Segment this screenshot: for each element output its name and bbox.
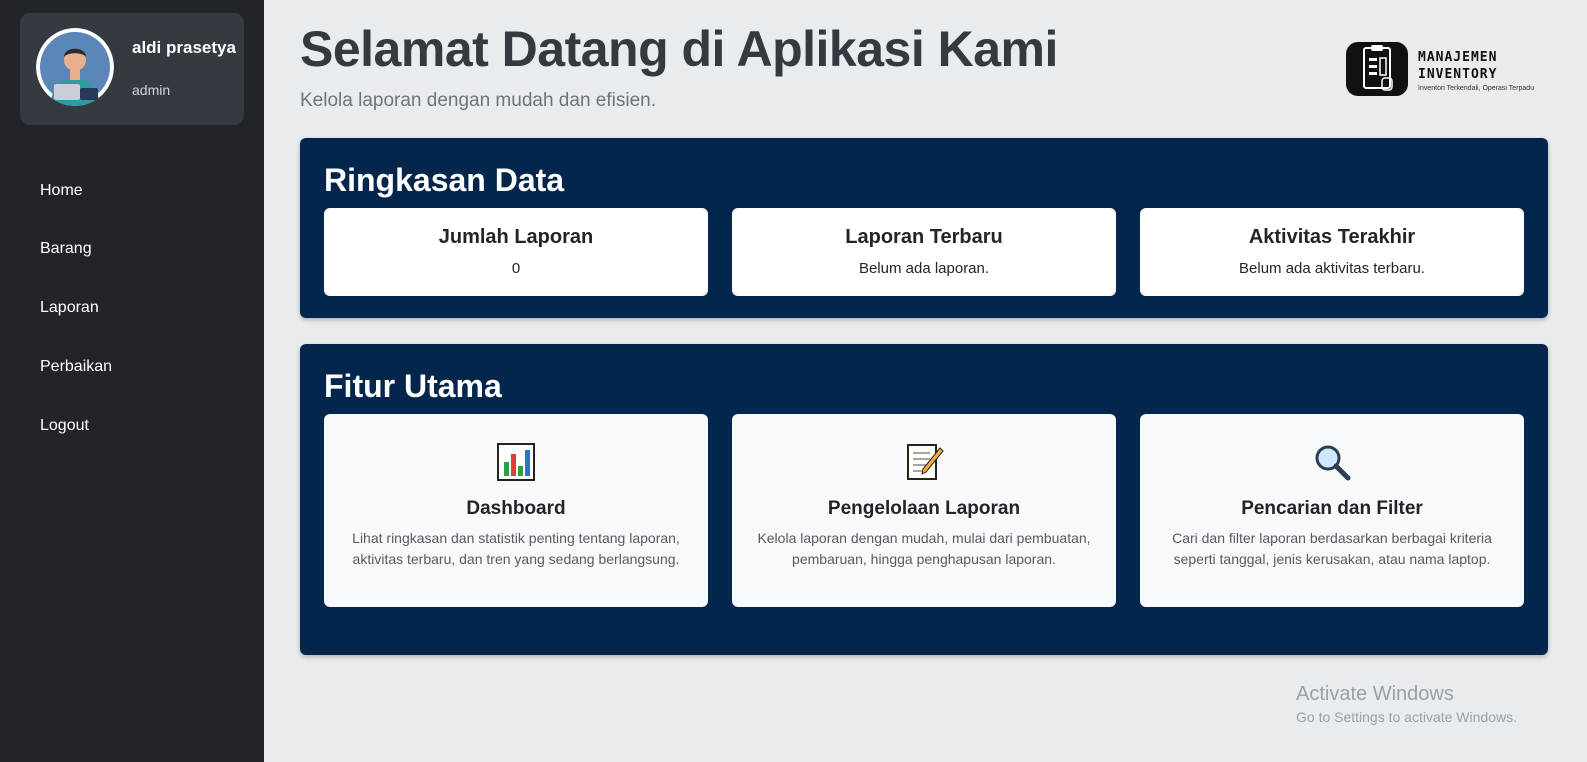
memo-icon	[907, 444, 944, 480]
windows-activation-watermark: Activate Windows Go to Settings to activ…	[1296, 683, 1517, 725]
summary-card-title: Laporan Terbaru	[845, 226, 1003, 248]
feature-card-dashboard[interactable]: Dashboard Lihat ringkasan dan statistik …	[324, 414, 708, 607]
summary-card-title: Aktivitas Terakhir	[1248, 226, 1416, 248]
sidebar-item-home[interactable]: Home	[40, 182, 83, 200]
summary-panel: Ringkasan Data Jumlah Laporan 0 Laporan …	[300, 138, 1548, 318]
feature-title: Pencarian dan Filter	[1241, 498, 1423, 519]
clipboard-logo-icon	[1346, 42, 1408, 96]
logo-tagline: Inventori Terkendali, Operasi Terpadu	[1418, 85, 1535, 92]
summary-card-value: Belum ada laporan.	[858, 260, 990, 277]
feature-title: Pengelolaan Laporan	[827, 498, 1021, 519]
feature-card-pengelolaan-laporan[interactable]: Pengelolaan Laporan Kelola laporan denga…	[732, 414, 1116, 607]
watermark-line-1: Activate Windows	[1296, 683, 1454, 705]
profile-role: admin	[132, 82, 171, 98]
app-logo: MANAJEMEN INVENTORY Inventori Terkendali…	[1342, 38, 1535, 104]
feature-description: Lihat ringkasan dan statistik penting te…	[352, 530, 680, 567]
sidebar-item-barang[interactable]: Barang	[40, 240, 92, 258]
summary-card-title: Jumlah Laporan	[438, 226, 594, 248]
feature-description: Cari dan filter laporan berdasarkan berb…	[1172, 530, 1492, 567]
features-title: Fitur Utama	[324, 368, 502, 404]
summary-card-value: Belum ada aktivitas terbaru.	[1239, 260, 1425, 277]
feature-title: Dashboard	[466, 498, 566, 519]
page-title: Selamat Datang di Aplikasi Kami	[300, 21, 1058, 77]
features-panel: Fitur Utama Dashboard Lihat ringkasan da…	[300, 344, 1548, 655]
summary-card-aktivitas-terakhir: Aktivitas Terakhir Belum ada aktivitas t…	[1140, 208, 1524, 296]
bar-chart-icon	[497, 443, 535, 481]
watermark-line-2: Go to Settings to activate Windows.	[1296, 709, 1517, 725]
profile-card: aldi prasetya admin	[20, 13, 244, 125]
summary-card-laporan-terbaru: Laporan Terbaru Belum ada laporan.	[732, 208, 1116, 296]
sidebar-item-perbaikan[interactable]: Perbaikan	[40, 358, 112, 376]
page-subtitle: Kelola laporan dengan mudah dan efisien.	[300, 90, 656, 111]
logo-text-line2: INVENTORY	[1418, 67, 1498, 82]
magnifier-icon	[1315, 445, 1351, 481]
sidebar-item-logout[interactable]: Logout	[40, 417, 89, 435]
sidebar-item-laporan[interactable]: Laporan	[40, 299, 99, 317]
logo-text-line1: MANAJEMEN	[1418, 50, 1498, 65]
summary-card-value: 0	[511, 260, 521, 277]
sidebar: aldi prasetya admin Home Barang Laporan …	[0, 0, 264, 762]
feature-card-pencarian-filter[interactable]: Pencarian dan Filter Cari dan filter lap…	[1140, 414, 1524, 607]
summary-title: Ringkasan Data	[324, 162, 565, 198]
summary-card-jumlah-laporan: Jumlah Laporan 0	[324, 208, 708, 296]
user-avatar-icon	[36, 28, 114, 106]
feature-description: Kelola laporan dengan mudah, mulai dari …	[757, 530, 1091, 567]
profile-name: aldi prasetya	[132, 38, 236, 57]
